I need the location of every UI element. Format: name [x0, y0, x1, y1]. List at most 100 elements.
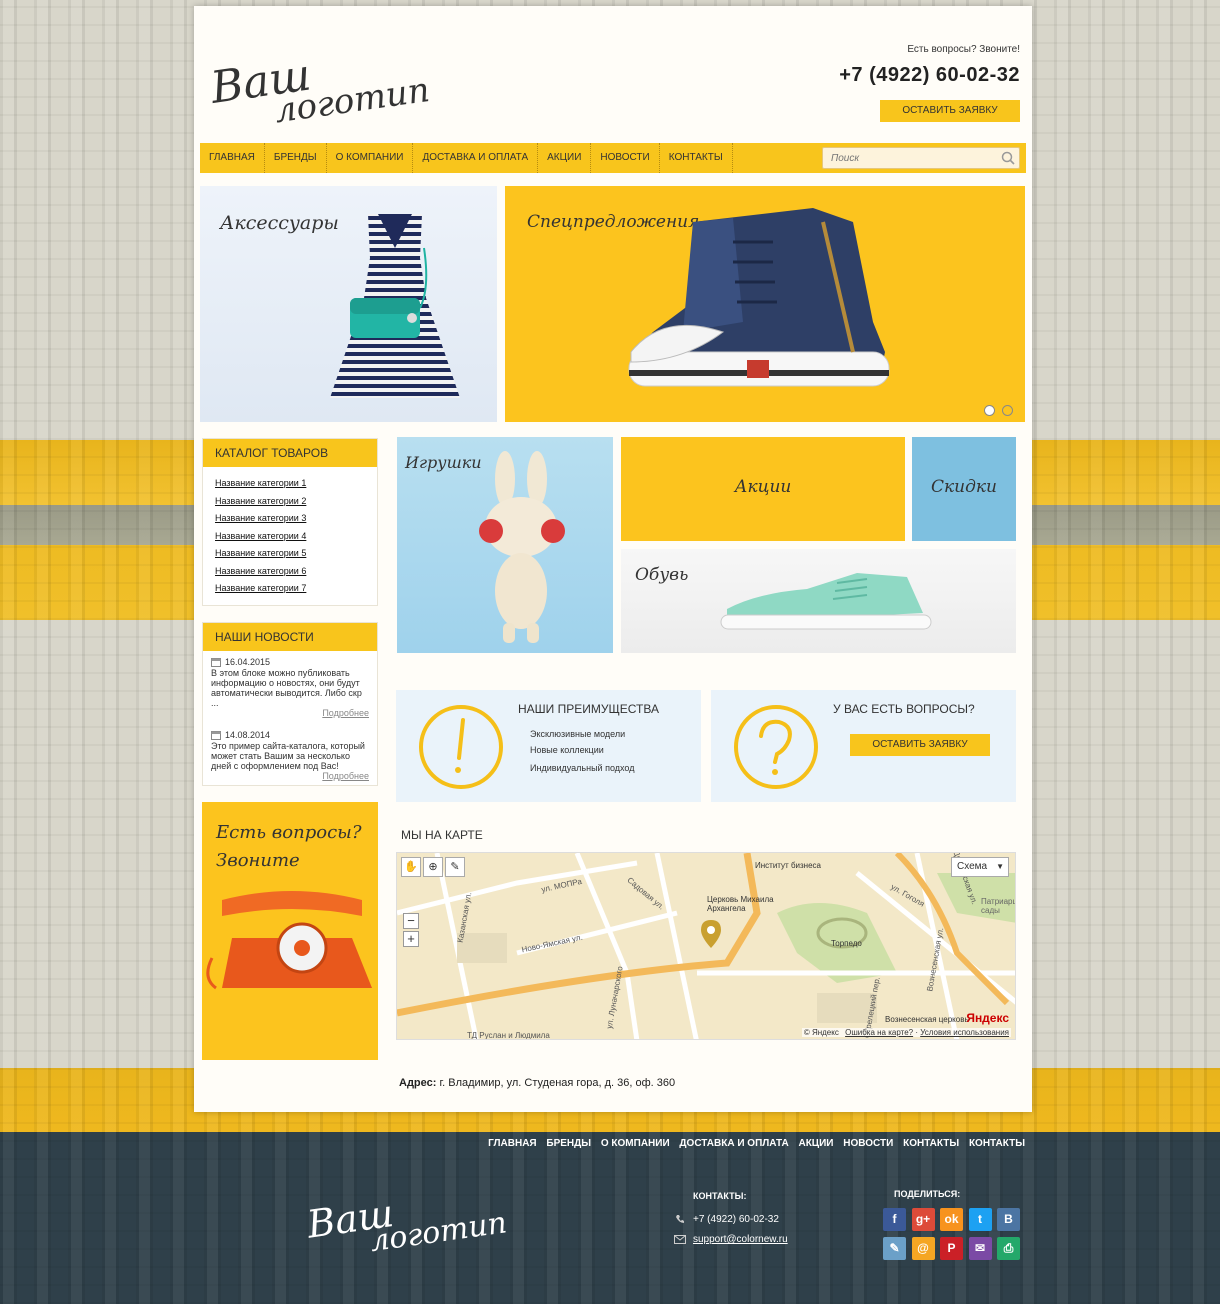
map-title: МЫ НА КАРТЕ	[401, 828, 483, 842]
catalog-title: КАТАЛОГ ТОВАРОВ	[203, 439, 377, 467]
zoom-area-icon[interactable]: ⊕	[423, 857, 443, 877]
footer-contacts-title: КОНТАКТЫ:	[693, 1191, 747, 1201]
catalog-item[interactable]: Название категории 1	[215, 475, 377, 493]
map-mode-value: Схема	[957, 861, 988, 872]
header-phone[interactable]: +7 (4922) 60-02-32	[839, 64, 1020, 87]
dress-image	[330, 214, 460, 398]
footer-email[interactable]: support@colornew.ru	[693, 1234, 788, 1245]
phone-icon	[676, 1215, 684, 1223]
nav-about[interactable]: О КОМПАНИИ	[327, 143, 414, 173]
news-more-link[interactable]: Подробнее	[211, 771, 369, 781]
news-text: Это пример сайта-каталога, который может…	[211, 741, 365, 771]
footer-nav-item[interactable]: НОВОСТИ	[843, 1138, 893, 1149]
catalog-item[interactable]: Название категории 3	[215, 510, 377, 528]
advantages-title: НАШИ ПРЕИМУЩЕСТВА	[518, 702, 659, 716]
sneaker-mint-image	[720, 573, 932, 630]
advantage-item: Эксклюзивные модели	[530, 729, 626, 739]
calendar-icon	[211, 658, 221, 667]
mail-ru-icon[interactable]: @	[911, 1237, 935, 1260]
tile-discounts-title: Скидки	[931, 477, 997, 497]
map-error-link[interactable]: Ошибка на карте?	[845, 1028, 913, 1037]
catalog-item[interactable]: Название категории 5	[215, 545, 377, 563]
yandex-map[interactable]: Институт бизнеса Церковь Михаила Арханге…	[396, 852, 1016, 1040]
vkontakte-icon[interactable]: B	[997, 1208, 1020, 1231]
tile-shoes[interactable]: Обувь	[621, 549, 1016, 653]
ruler-icon[interactable]: ✎	[445, 857, 465, 877]
search-icon[interactable]	[1001, 151, 1015, 165]
map-pin-icon[interactable]	[700, 919, 722, 949]
zoom-out-button[interactable]: −	[403, 913, 419, 929]
exclamation-icon	[419, 705, 503, 789]
catalog-item[interactable]: Название категории 4	[215, 528, 377, 546]
call-promo-banner[interactable]: Есть вопросы? Звоните	[202, 802, 378, 1060]
zoom-in-button[interactable]: +	[403, 931, 419, 947]
tile-discounts[interactable]: Скидки	[912, 437, 1016, 541]
nav-delivery[interactable]: ДОСТАВКА И ОПЛАТА	[413, 143, 539, 173]
map-label: Патриаршие сады	[981, 897, 1015, 915]
tile-promo[interactable]: Акции	[621, 437, 905, 541]
map-label: ТД Руслан и Людмила	[467, 1031, 550, 1040]
map-label: Торпедо	[831, 939, 862, 948]
print-icon[interactable]: ⎙	[997, 1237, 1020, 1260]
news-date: 16.04.2015	[225, 657, 271, 667]
footer-nav-item[interactable]: АКЦИИ	[798, 1138, 833, 1149]
banner-accessories[interactable]: Аксессуары	[200, 186, 497, 422]
odnoklassniki-icon[interactable]: ok	[940, 1208, 963, 1231]
mail-icon	[674, 1235, 686, 1244]
nav-news[interactable]: НОВОСТИ	[591, 143, 660, 173]
questions-request-button[interactable]: ОСТАВИТЬ ЗАЯВКУ	[850, 734, 990, 756]
footer-logo[interactable]: Ваш логотип	[304, 1179, 509, 1266]
search-input[interactable]	[823, 148, 993, 168]
request-button[interactable]: ОСТАВИТЬ ЗАЯВКУ	[880, 100, 1020, 122]
bunny-image	[479, 451, 565, 643]
footer-nav-item[interactable]: ГЛАВНАЯ	[488, 1138, 537, 1149]
email-icon[interactable]: ✉	[968, 1237, 992, 1260]
map-terms-link[interactable]: Условия использования	[920, 1028, 1009, 1037]
hand-tool-icon[interactable]: ✋	[401, 857, 421, 877]
facebook-icon[interactable]: f	[883, 1208, 906, 1231]
catalog-item[interactable]: Название категории 6	[215, 563, 377, 581]
advantage-item: Индивидуальный подход	[530, 763, 635, 773]
google-plus-icon[interactable]: g+	[911, 1208, 935, 1231]
main-nav: ГЛАВНАЯ БРЕНДЫ О КОМПАНИИ ДОСТАВКА И ОПЛ…	[200, 143, 1026, 173]
news-date: 14.08.2014	[225, 730, 271, 740]
map-footer: © Яндекс Ошибка на карте? · Условия испо…	[801, 1028, 1011, 1037]
address-value: г. Владимир, ул. Студеная гора, д. 36, о…	[439, 1077, 676, 1089]
banner-special-offers[interactable]: Спецпредложения	[505, 186, 1025, 422]
footer-nav-item[interactable]: КОНТАКТЫ	[903, 1138, 959, 1149]
nav-promo[interactable]: АКЦИИ	[538, 143, 592, 173]
search-box	[822, 147, 1020, 169]
map-mode-select[interactable]: Схема ▼	[951, 857, 1009, 877]
map-label: Церковь Михаила Архангела	[707, 895, 774, 913]
footer-nav-item[interactable]: ДОСТАВКА И ОПЛАТА	[679, 1138, 788, 1149]
map-label: Вознесенская церковь	[885, 1015, 969, 1024]
call-promo-line2: Звоните	[216, 850, 300, 871]
footer-nav-item[interactable]: БРЕНДЫ	[546, 1138, 591, 1149]
questions-box: У ВАС ЕСТЬ ВОПРОСЫ? ОСТАВИТЬ ЗАЯВКУ	[711, 690, 1016, 802]
site-logo[interactable]: Ваш логотип	[208, 37, 432, 136]
calendar-icon	[211, 731, 221, 740]
news-more-link[interactable]: Подробнее	[211, 708, 369, 718]
nav-contacts[interactable]: КОНТАКТЫ	[660, 143, 733, 173]
tile-toys[interactable]: Игрушки	[397, 437, 613, 653]
twitter-icon[interactable]: t	[968, 1208, 992, 1231]
pinterest-icon[interactable]: P	[940, 1237, 963, 1260]
footer-share-title: ПОДЕЛИТЬСЯ:	[894, 1189, 961, 1199]
slider-dot-1[interactable]	[984, 405, 995, 416]
catalog-item[interactable]: Название категории 2	[215, 493, 377, 511]
advantage-item: Новые коллекции	[530, 745, 604, 755]
address-label: Адрес:	[399, 1077, 437, 1089]
catalog-item[interactable]: Название категории 7	[215, 580, 377, 598]
footer-nav-item[interactable]: КОНТАКТЫ	[969, 1138, 1025, 1149]
nav-brands[interactable]: БРЕНДЫ	[265, 143, 327, 173]
footer-phone[interactable]: +7 (4922) 60-02-32	[693, 1214, 779, 1225]
address: Адрес: г. Владимир, ул. Студеная гора, д…	[399, 1077, 675, 1089]
tile-shoes-title: Обувь	[635, 565, 689, 585]
phone-image	[206, 891, 372, 990]
questions-title: У ВАС ЕСТЬ ВОПРОСЫ?	[833, 702, 975, 716]
call-promo-line1: Есть вопросы?	[216, 822, 362, 843]
footer-nav-item[interactable]: О КОМПАНИИ	[601, 1138, 670, 1149]
nav-home[interactable]: ГЛАВНАЯ	[200, 143, 265, 173]
slider-dot-2[interactable]	[1002, 405, 1013, 416]
livejournal-icon[interactable]: ✎	[883, 1237, 906, 1260]
